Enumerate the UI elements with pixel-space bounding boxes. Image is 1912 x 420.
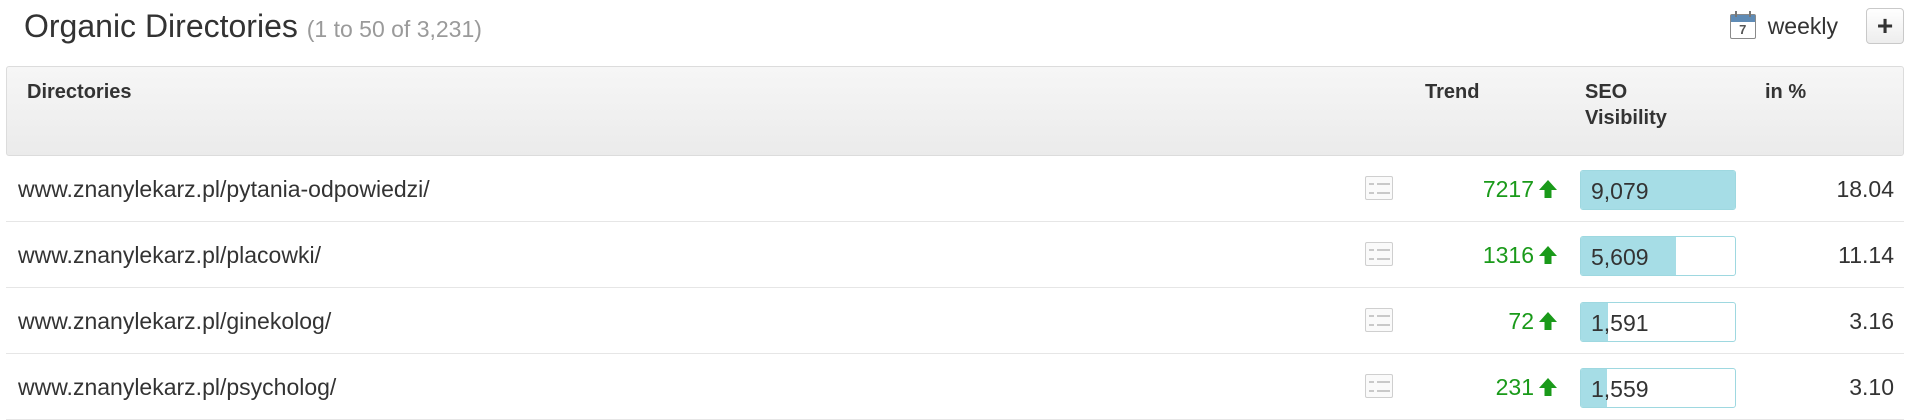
calendar-day: 7 bbox=[1739, 22, 1747, 37]
trend-value: 1316 bbox=[1483, 222, 1558, 288]
panel-title-text: Organic Directories bbox=[24, 8, 298, 44]
directory-link[interactable]: www.znanylekarz.pl/ginekolog/ bbox=[18, 288, 331, 354]
column-header-seo-line2: Visibility bbox=[1585, 107, 1667, 129]
table-header: Directories Trend SEO Visibility in % bbox=[6, 66, 1904, 156]
trend-number: 1316 bbox=[1482, 241, 1534, 268]
percent-value: 3.16 bbox=[1849, 308, 1894, 334]
details-list-icon[interactable] bbox=[1365, 374, 1393, 398]
trend-up-arrow-icon bbox=[1539, 246, 1557, 264]
visibility-value: 1,559 bbox=[1591, 376, 1649, 402]
trend-number: 231 bbox=[1495, 373, 1534, 400]
panel-tools: 7 weekly + bbox=[1729, 8, 1904, 44]
column-header-seo-visibility[interactable]: SEO Visibility bbox=[1585, 79, 1715, 131]
directory-link[interactable]: www.znanylekarz.pl/pytania-odpowiedzi/ bbox=[18, 156, 430, 222]
percent-value: 3.10 bbox=[1849, 374, 1894, 400]
table-row: www.znanylekarz.pl/ginekolog/ 72 1,591 3… bbox=[6, 288, 1904, 354]
column-header-percent[interactable]: in % bbox=[1765, 79, 1806, 105]
panel-title: Organic Directories (1 to 50 of 3,231) bbox=[24, 8, 482, 45]
percent-value: 18.04 bbox=[1836, 176, 1894, 202]
trend-value: 72 bbox=[1508, 288, 1558, 354]
organic-directories-panel: Organic Directories (1 to 50 of 3,231) 7… bbox=[0, 0, 1912, 420]
trend-number: 72 bbox=[1508, 307, 1534, 334]
trend-up-arrow-icon bbox=[1539, 180, 1557, 198]
details-list-icon[interactable] bbox=[1365, 308, 1393, 332]
visibility-bar: 9,079 bbox=[1580, 170, 1736, 210]
calendar-icon[interactable]: 7 bbox=[1729, 11, 1758, 41]
percent-value: 11.14 bbox=[1838, 242, 1894, 268]
details-list-icon[interactable] bbox=[1365, 242, 1393, 266]
column-header-directories[interactable]: Directories bbox=[27, 79, 132, 105]
add-button[interactable]: + bbox=[1866, 8, 1904, 44]
trend-value: 7217 bbox=[1483, 156, 1558, 222]
visibility-value: 5,609 bbox=[1591, 244, 1649, 270]
table-row: www.znanylekarz.pl/placowki/ 1316 5,609 … bbox=[6, 222, 1904, 288]
trend-value: 231 bbox=[1496, 354, 1558, 420]
interval-selector[interactable]: weekly bbox=[1768, 13, 1838, 40]
visibility-bar: 5,609 bbox=[1580, 236, 1736, 276]
column-header-trend[interactable]: Trend bbox=[1425, 79, 1479, 105]
directory-link[interactable]: www.znanylekarz.pl/psycholog/ bbox=[18, 354, 336, 420]
visibility-bar: 1,591 bbox=[1580, 302, 1736, 342]
trend-number: 7217 bbox=[1482, 175, 1534, 202]
trend-up-arrow-icon bbox=[1539, 312, 1557, 330]
table-row: www.znanylekarz.pl/psycholog/ 231 1,559 … bbox=[6, 354, 1904, 420]
details-list-icon[interactable] bbox=[1365, 176, 1393, 200]
trend-up-arrow-icon bbox=[1539, 378, 1557, 396]
visibility-bar: 1,559 bbox=[1580, 368, 1736, 408]
directory-link[interactable]: www.znanylekarz.pl/placowki/ bbox=[18, 222, 321, 288]
visibility-value: 9,079 bbox=[1591, 178, 1649, 204]
visibility-value: 1,591 bbox=[1591, 310, 1649, 336]
result-count: (1 to 50 of 3,231) bbox=[306, 16, 482, 42]
column-header-seo-line1: SEO bbox=[1585, 81, 1628, 103]
table-row: www.znanylekarz.pl/pytania-odpowiedzi/ 7… bbox=[6, 156, 1904, 222]
